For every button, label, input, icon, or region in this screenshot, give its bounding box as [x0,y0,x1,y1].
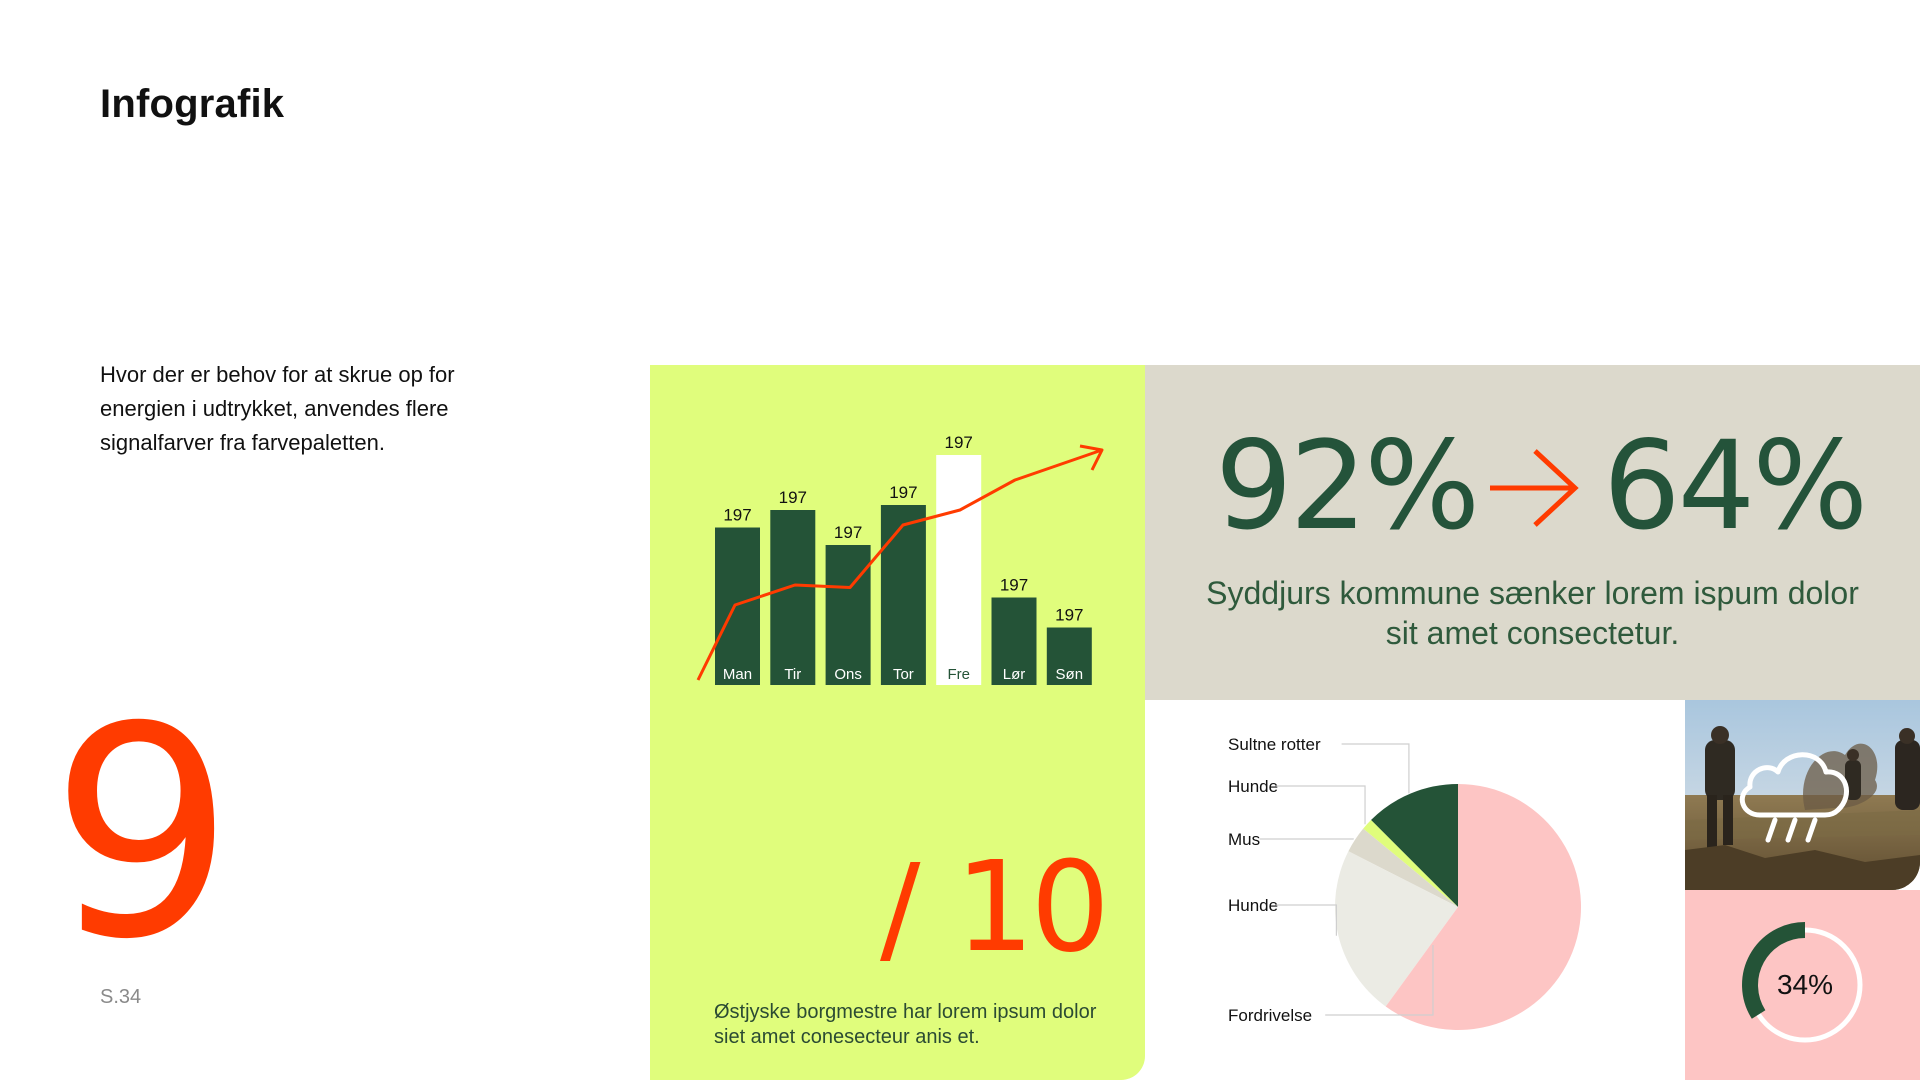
pie-label: Hunde [1228,777,1278,796]
bar-value-label: 197 [1000,576,1028,595]
pie-panel: Sultne rotter Hunde Mus Hunde Fordrivelse [1145,700,1685,1080]
pie-label: Mus [1228,830,1260,849]
intro-text: Hvor der er behov for at skrue op for en… [100,362,455,455]
bar-1 [770,510,816,685]
bar-2 [825,545,871,685]
cloud-rain-icon [1739,752,1849,843]
fraction-caption: Østjyske borgmestre har lorem ipsum dolo… [714,1001,1097,1048]
pie-label: Hunde [1228,896,1278,915]
bar-value-label: 197 [1055,606,1083,625]
pie-leader-line [1276,785,1366,825]
bar-value-label: 197 [889,483,917,502]
bar-category-label: Søn [1056,666,1084,683]
bar-category-label: Tir [784,666,801,683]
donut-center-label: 34% [1776,969,1834,1000]
pie-label: Sultne rotter [1228,735,1321,754]
bar-value-label: 197 [945,433,973,452]
stat-panel: 92% 64% Syddjurs kommune sænker lorem is… [1145,365,1920,700]
bar-value-label: 197 [723,506,751,525]
fraction-numerator: 9 [50,666,234,1003]
bar-category-label: Fre [947,666,970,683]
page-title: Infografik [100,82,285,126]
bar-category-label: Lør [1003,666,1026,683]
bar-category-label: Ons [834,666,862,683]
stat-caption: Syddjurs kommune sænker lorem ispum dolo… [1206,575,1859,651]
pie-leader-line [1259,838,1354,840]
pie-label: Fordrivelse [1228,1006,1312,1025]
bar-3 [880,505,926,685]
bar-0 [715,527,760,685]
bar-value-label: 197 [779,488,807,507]
stat-row: 92% 64% [1145,415,1920,557]
bar-chart: Man 197 Tir 197 Ons 197 Tor 197 Fre 197 Lør 197 Søn 1… [696,433,1104,685]
bar-category-label: Tor [893,666,914,683]
photo-panel [1685,700,1920,890]
stat-from-value: 92% [1215,415,1480,557]
arrow-right-icon [1490,449,1579,527]
fraction-slash: / [880,840,921,979]
pie-chart: Sultne rotter Hunde Mus Hunde Fordrivelse [1228,735,1582,1030]
fraction-denominator: 10 [955,835,1110,980]
pie-leader-line [1276,904,1337,936]
stat-to-value: 64% [1603,415,1868,557]
bar-category-label: Man [723,666,752,683]
bar-4 [936,455,982,685]
donut-panel: 34% [1685,890,1920,1080]
bar-value-label: 197 [834,523,862,542]
